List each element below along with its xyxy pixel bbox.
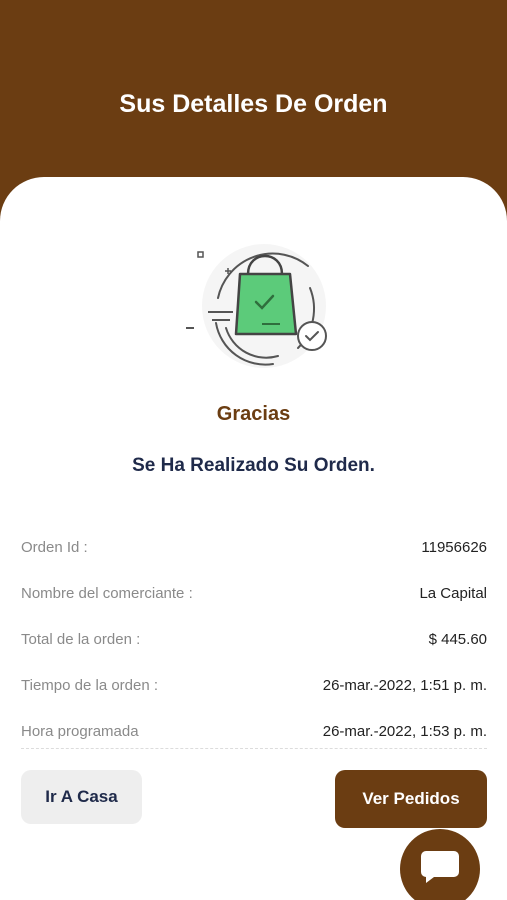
detail-row-order-time: Tiempo de la orden : 26-mar.-2022, 1:51 …: [21, 662, 487, 708]
go-home-button[interactable]: Ir A Casa: [21, 770, 142, 824]
view-orders-button[interactable]: Ver Pedidos: [335, 770, 487, 828]
detail-label: Orden Id :: [21, 538, 88, 556]
detail-value: 26-mar.-2022, 1:51 p. m.: [322, 676, 487, 694]
detail-value: La Capital: [419, 584, 487, 602]
thanks-heading: Gracias: [216, 403, 291, 425]
detail-value: $ 445.60: [428, 630, 487, 648]
order-details-list: Orden Id : 11956626 Nombre del comercian…: [21, 524, 487, 754]
detail-row-order-id: Orden Id : 11956626: [21, 524, 487, 570]
detail-row-total: Total de la orden : $ 445.60: [21, 616, 487, 662]
order-placed-message: Se Ha Realizado Su Orden.: [132, 455, 375, 476]
shopping-bag-check-icon: [178, 228, 338, 383]
detail-row-merchant: Nombre del comerciante : La Capital: [21, 570, 487, 616]
detail-label: Hora programada: [21, 722, 139, 740]
chat-button[interactable]: [400, 829, 480, 900]
detail-value: 11956626: [421, 538, 487, 556]
detail-value: 26-mar.-2022, 1:53 p. m.: [322, 722, 487, 740]
app-header: Sus Detalles De Orden: [0, 0, 507, 200]
chat-bubble-icon: [420, 849, 460, 890]
page-title: Sus Detalles De Orden: [119, 90, 388, 118]
dashed-divider: [21, 748, 487, 749]
detail-label: Total de la orden :: [21, 630, 141, 648]
detail-label: Nombre del comerciante :: [21, 584, 193, 602]
detail-label: Tiempo de la orden :: [21, 676, 159, 694]
